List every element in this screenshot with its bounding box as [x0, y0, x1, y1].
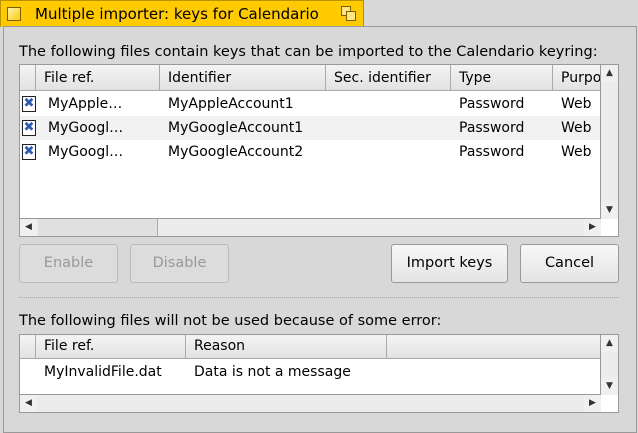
error-label: The following files will not be used bec…	[19, 313, 442, 329]
enable-button[interactable]: Enable	[19, 244, 118, 283]
import-label: The following files contain keys that ca…	[19, 44, 598, 60]
column-sec-identifier[interactable]: Sec. identifier	[326, 65, 451, 90]
error-horizontal-scrollbar[interactable]: ◀ ▶	[20, 394, 601, 412]
table-row[interactable]: ✖ MyGoogl… MyGoogleAccount1 Password Web	[20, 116, 601, 140]
cell-type: Password	[459, 120, 525, 136]
import-horizontal-scrollbar[interactable]: ◀ ▶	[20, 218, 601, 236]
scroll-right-icon[interactable]: ▶	[584, 395, 601, 412]
scroll-down-icon[interactable]: ▼	[601, 202, 618, 219]
error-file-ref: MyInvalidFile.dat	[44, 364, 162, 380]
scroll-thumb[interactable]	[38, 219, 158, 236]
close-button[interactable]	[7, 7, 21, 21]
cell-file-ref: MyGoogl…	[48, 120, 124, 136]
error-reason: Data is not a message	[194, 364, 351, 380]
cell-file-ref: MyApple…	[48, 96, 123, 112]
import-list[interactable]: File ref. Identifier Sec. identifier Typ…	[19, 64, 619, 237]
cell-purpose: Web	[561, 120, 592, 136]
cell-purpose: Web	[561, 144, 592, 160]
cancel-button[interactable]: Cancel	[520, 244, 619, 283]
scroll-up-icon[interactable]: ▲	[601, 65, 618, 82]
checkbox[interactable]: ✖	[22, 144, 36, 160]
column-purpose[interactable]: Purpo	[553, 65, 601, 90]
column-type[interactable]: Type	[451, 65, 553, 90]
error-row[interactable]: MyInvalidFile.dat Data is not a message	[20, 360, 601, 384]
column-reason[interactable]: Reason	[186, 335, 387, 358]
disable-button[interactable]: Disable	[130, 244, 229, 283]
window-tab[interactable]: Multiple importer: keys for Calendario	[0, 0, 364, 27]
checkbox[interactable]: ✖	[22, 120, 36, 136]
error-vertical-scrollbar[interactable]: ▲ ▼	[600, 335, 618, 395]
cell-file-ref: MyGoogl…	[48, 144, 124, 160]
scroll-right-icon[interactable]: ▶	[584, 219, 601, 236]
import-list-header: File ref. Identifier Sec. identifier Typ…	[20, 65, 601, 91]
window-title: Multiple importer: keys for Calendario	[35, 5, 319, 23]
column-file-ref[interactable]: File ref.	[36, 335, 186, 358]
scroll-up-icon[interactable]: ▲	[601, 335, 618, 352]
scroll-left-icon[interactable]: ◀	[20, 219, 37, 236]
column-identifier[interactable]: Identifier	[160, 65, 326, 90]
cell-type: Password	[459, 144, 525, 160]
checkbox[interactable]: ✖	[22, 96, 36, 112]
import-vertical-scrollbar[interactable]: ▲ ▼	[600, 65, 618, 219]
table-row[interactable]: ✖ MyApple… MyAppleAccount1 Password Web	[20, 92, 601, 116]
zoom-button[interactable]	[341, 6, 356, 21]
scroll-left-icon[interactable]: ◀	[20, 395, 37, 412]
cell-type: Password	[459, 96, 525, 112]
import-keys-button[interactable]: Import keys	[391, 244, 508, 283]
scroll-down-icon[interactable]: ▼	[601, 378, 618, 395]
cell-identifier: MyAppleAccount1	[168, 96, 294, 112]
cell-identifier: MyGoogleAccount2	[168, 144, 304, 160]
cell-purpose: Web	[561, 96, 592, 112]
table-row[interactable]: ✖ MyGoogl… MyGoogleAccount2 Password Web	[20, 140, 601, 164]
cell-identifier: MyGoogleAccount1	[168, 120, 304, 136]
error-list[interactable]: File ref. Reason MyInvalidFile.dat Data …	[19, 334, 619, 413]
divider	[19, 297, 619, 298]
column-file-ref[interactable]: File ref.	[36, 65, 160, 90]
error-list-header: File ref. Reason	[20, 335, 601, 359]
